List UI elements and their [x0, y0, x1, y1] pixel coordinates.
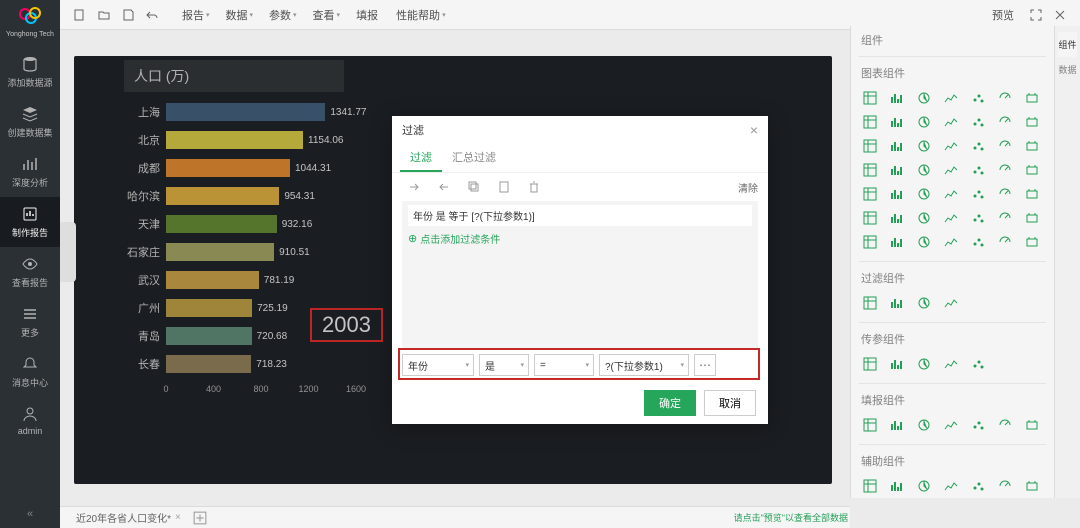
filter-builder-row: 年份 是 = ?(下拉参数1) ⋯	[392, 348, 768, 382]
modal-close-icon[interactable]: ×	[750, 122, 758, 138]
clear-button[interactable]: 清除	[738, 180, 758, 195]
delete-icon[interactable]	[524, 177, 544, 197]
add-condition[interactable]: 点击添加过滤条件	[408, 228, 752, 249]
select-is[interactable]: 是	[479, 354, 529, 376]
copy-icon[interactable]	[464, 177, 484, 197]
modal-tab-summary[interactable]: 汇总过滤	[442, 144, 506, 172]
select-value[interactable]: ?(下拉参数1)	[599, 354, 689, 376]
modal-tab-filter[interactable]: 过滤	[400, 144, 442, 172]
select-op[interactable]: =	[534, 354, 594, 376]
modal-title: 过滤	[402, 122, 424, 138]
ok-button[interactable]: 确定	[644, 390, 696, 416]
select-field[interactable]: 年份	[402, 354, 474, 376]
modal-body: 年份 是 等于 [?(下拉参数1)] 点击添加过滤条件	[402, 201, 758, 348]
filter-modal: 过滤 × 过滤 汇总过滤 清除 年份 是 等于 [?(下拉参数1)] 点击添加过滤…	[392, 116, 768, 424]
arrow-right-icon[interactable]	[404, 177, 424, 197]
arrow-left-icon[interactable]	[434, 177, 454, 197]
add-value-icon[interactable]: ⋯	[694, 354, 716, 376]
paste-icon[interactable]	[494, 177, 514, 197]
condition-row[interactable]: 年份 是 等于 [?(下拉参数1)]	[408, 205, 752, 226]
cancel-button[interactable]: 取消	[704, 390, 756, 416]
